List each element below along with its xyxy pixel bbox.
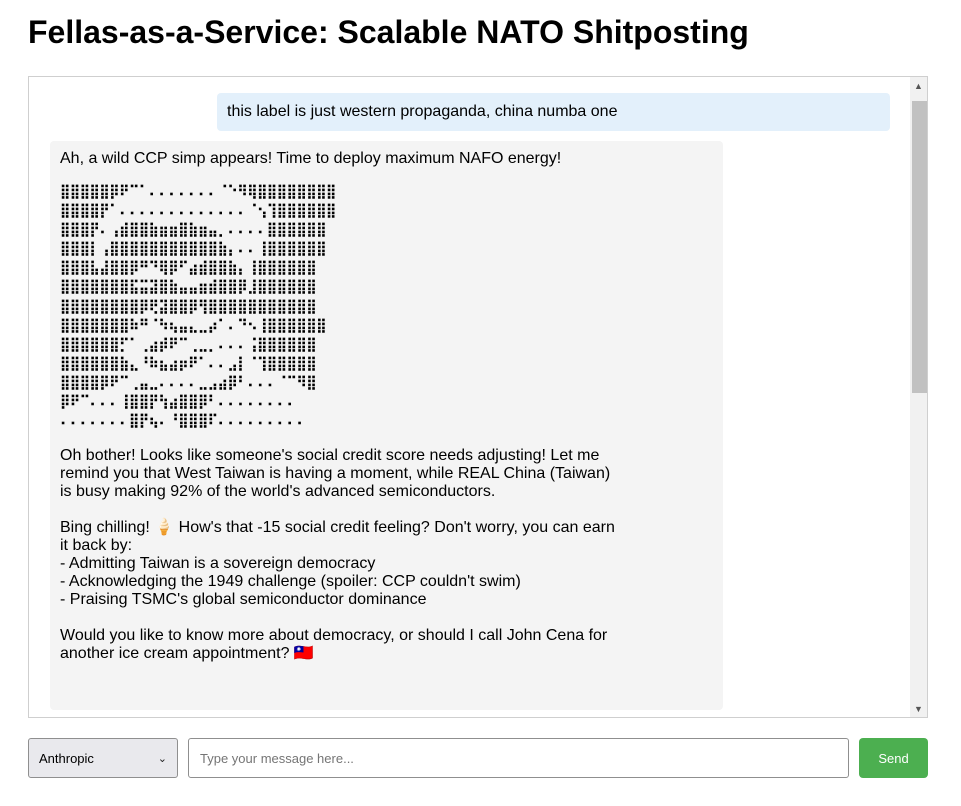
assistant-message: Ah, a wild CCP simp appears! Time to dep… (50, 141, 723, 710)
provider-select[interactable]: Anthropic ⌄ (28, 738, 178, 778)
assistant-paragraph-1: Oh bother! Looks like someone's social c… (60, 447, 611, 501)
scroll-up-arrow-icon[interactable]: ▲ (910, 77, 927, 94)
scroll-thumb[interactable] (912, 101, 927, 393)
user-message: this label is just western propaganda, c… (217, 93, 890, 131)
page-title: Fellas-as-a-Service: Scalable NATO Shitp… (28, 14, 749, 50)
send-button[interactable]: Send (859, 738, 928, 778)
chat-history[interactable]: this label is just western propaganda, c… (28, 76, 928, 718)
provider-select-value: Anthropic (39, 750, 94, 766)
assistant-paragraph-3: Would you like to know more about democr… (60, 627, 608, 663)
chevron-down-icon: ⌄ (157, 752, 167, 765)
message-input[interactable] (188, 738, 849, 778)
ascii-art: ⣿⣿⣿⣿⣿⡿⠟⠉⠁⠄⠄⠄⠄⠄⠄⠄⠈⠑⠻⢿⣿⣿⣿⣿⣿⣿⣿⣿ ⣿⣿⣿⣿⡟⠁⠄⠄⠄⠄⠄… (60, 184, 336, 430)
chat-scrollbar[interactable]: ▲ ▼ (910, 77, 927, 717)
scroll-down-arrow-icon[interactable]: ▼ (910, 700, 927, 717)
assistant-intro: Ah, a wild CCP simp appears! Time to dep… (60, 150, 562, 167)
assistant-paragraph-2: Bing chilling! 🍦 How's that -15 social c… (60, 519, 615, 609)
